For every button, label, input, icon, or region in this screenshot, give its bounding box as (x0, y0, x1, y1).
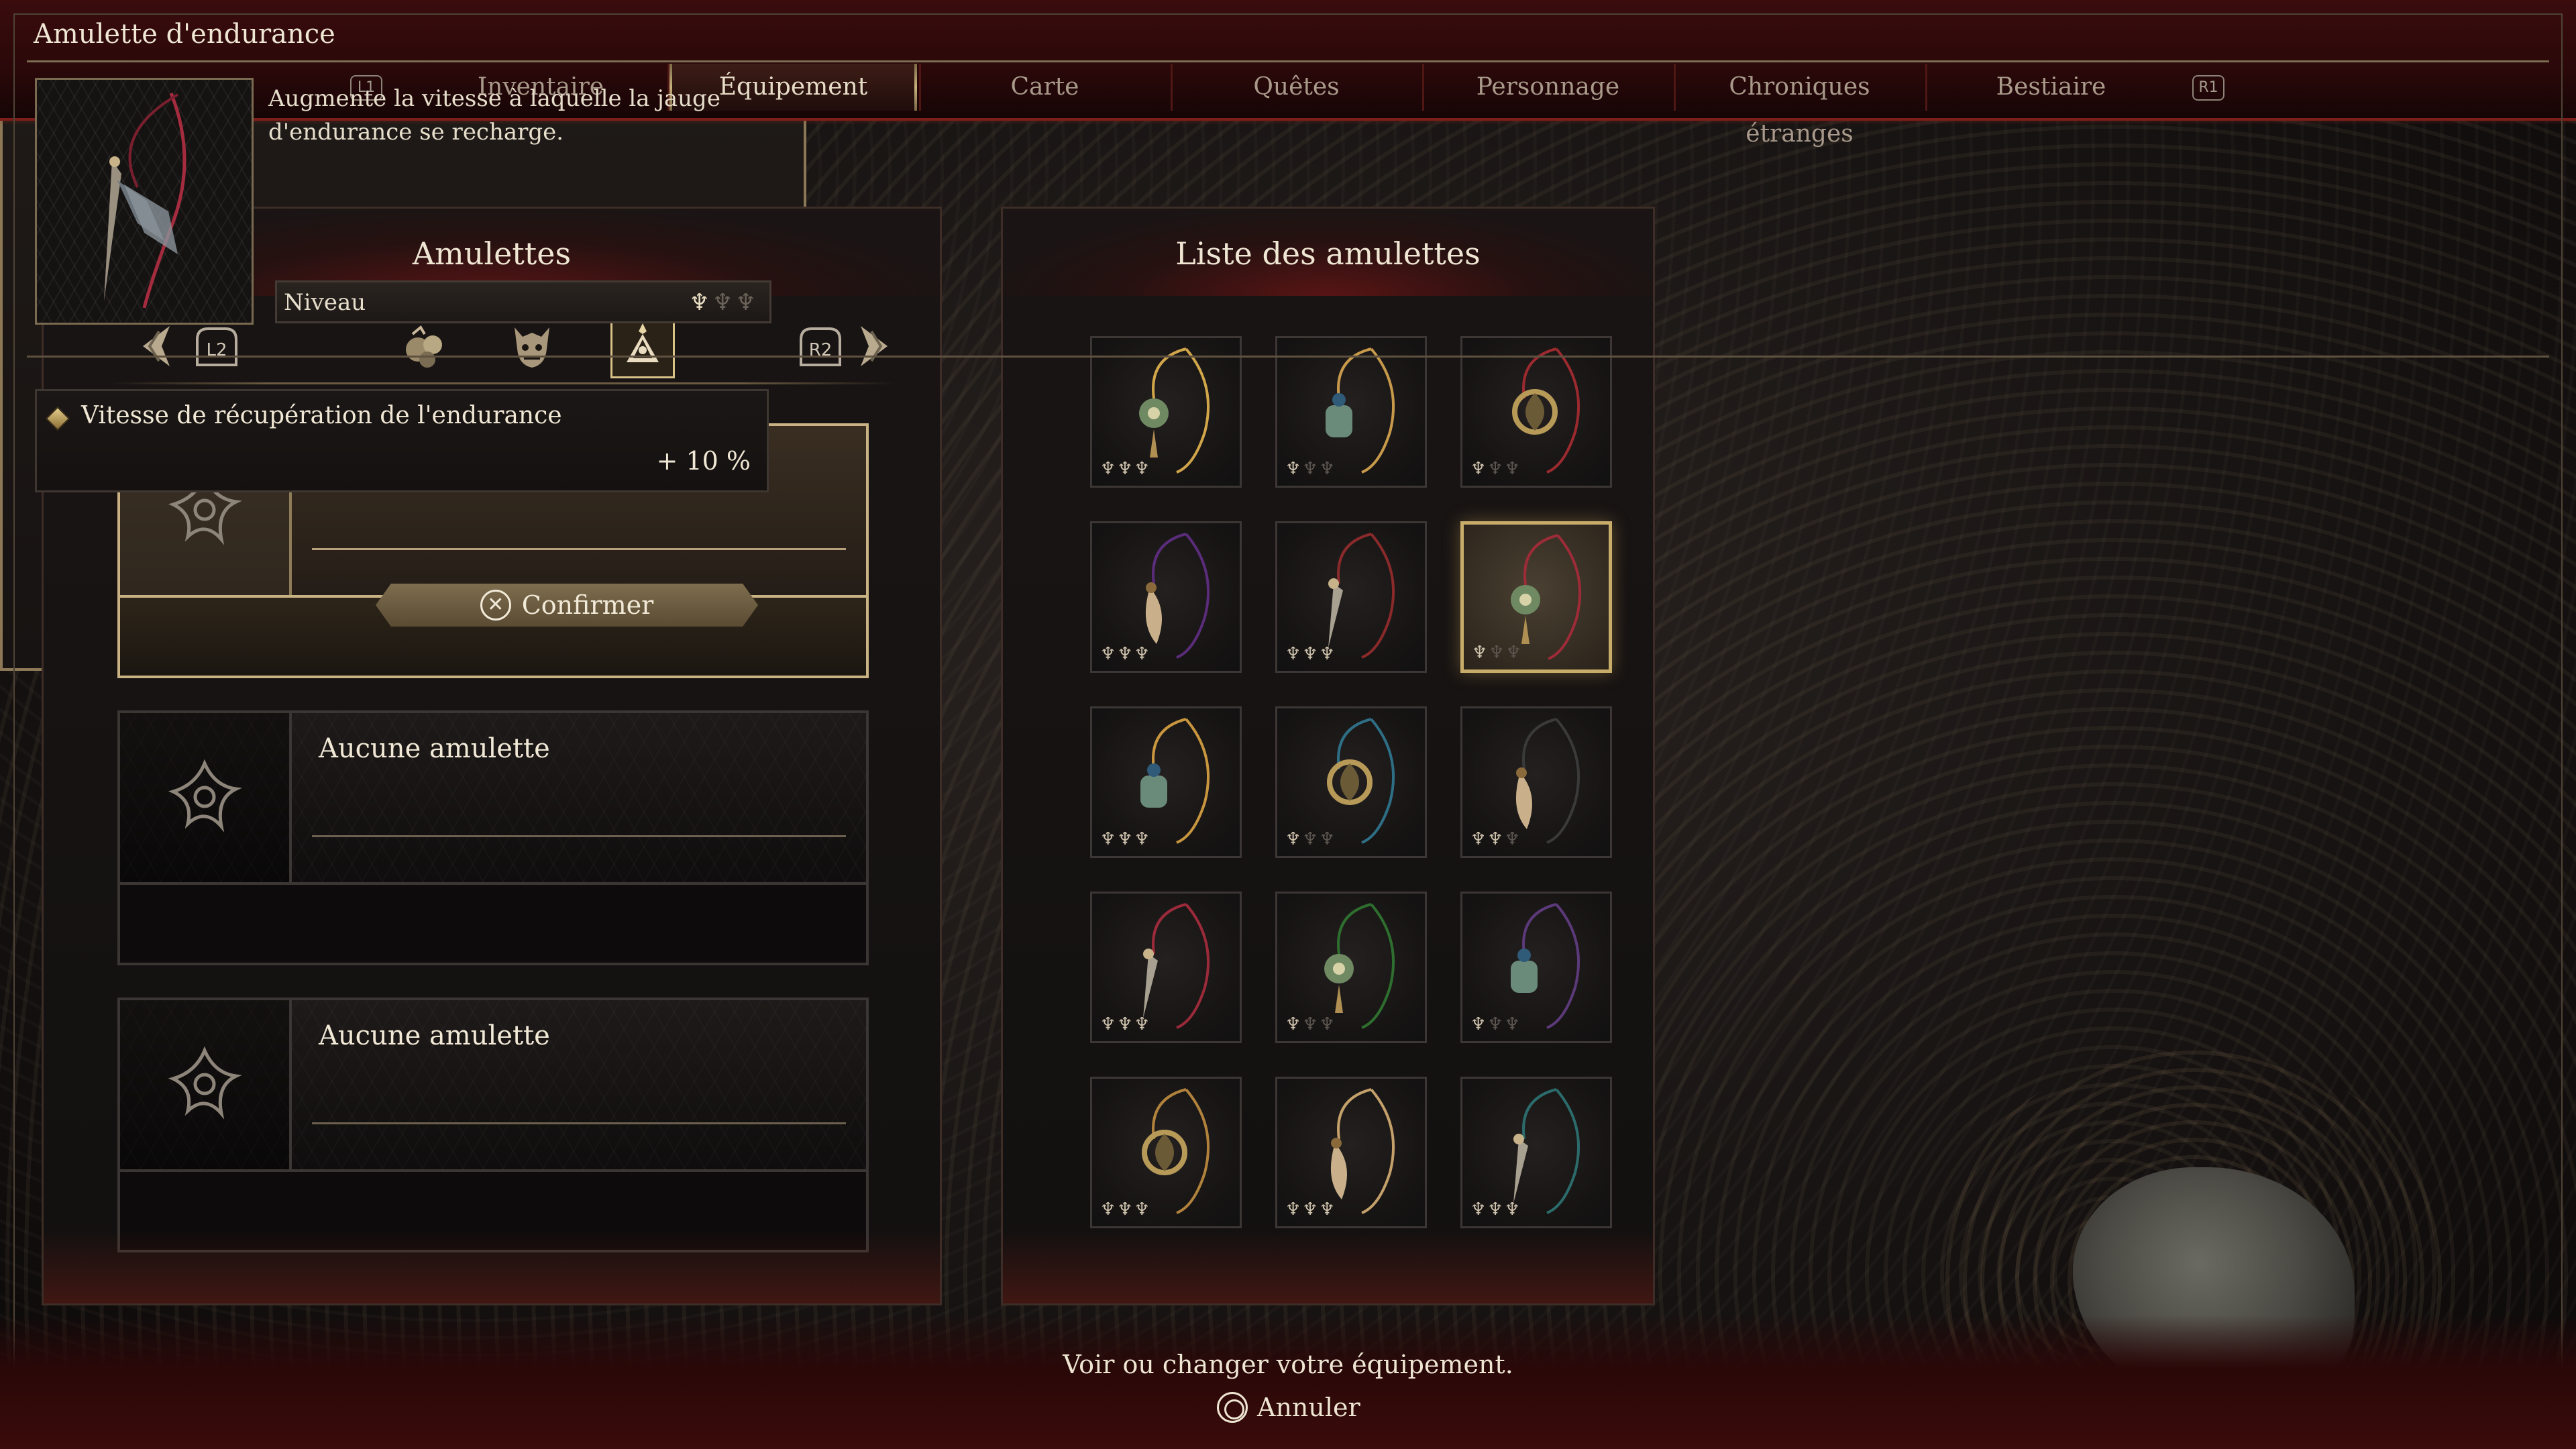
diamond-bullet-icon (45, 406, 70, 431)
level-pip-icon: ♆ (735, 289, 759, 316)
feather-blade-amulet-icon (104, 93, 186, 309)
circle-button-icon (1217, 1392, 1248, 1423)
item-image (35, 78, 254, 325)
stat-effect-box: Vitesse de récupération de l'endurance +… (35, 389, 769, 492)
stat-value: + 10 % (656, 446, 751, 476)
confirm-label: Confirmer (521, 590, 654, 620)
confirm-button[interactable]: ✕ Confirmer (376, 584, 758, 627)
detail-inner-frame (13, 13, 2563, 1436)
bottom-bar (0, 1315, 2576, 1449)
level-pip-icon: ♆ (689, 289, 713, 316)
stat-label: Vitesse de récupération de l'endurance (81, 402, 562, 429)
cancel-button[interactable]: Annuler (1217, 1390, 1360, 1425)
cross-button-icon: ✕ (480, 590, 511, 621)
title-divider (27, 60, 2549, 62)
item-description: Augmente la vitesse à laquelle la jauge … (268, 85, 720, 146)
level-row: Niveau ♆♆♆ (275, 280, 771, 323)
detail-divider (27, 356, 2549, 358)
equipment-screen: L1 Inventaire Équipement Carte Quêtes Person… (0, 0, 2576, 1449)
level-label: Niveau (284, 289, 366, 316)
level-pip-icon: ♆ (712, 289, 736, 316)
amulet-detail-panel: Amulette d'endurance Augmente la vitesse… (0, 0, 2563, 1436)
cancel-label: Annuler (1257, 1393, 1360, 1422)
level-pips: ♆♆♆ (690, 289, 759, 316)
item-title: Amulette d'endurance (34, 19, 335, 50)
footer-hint: Voir ou changer votre équipement. (1063, 1350, 1513, 1379)
